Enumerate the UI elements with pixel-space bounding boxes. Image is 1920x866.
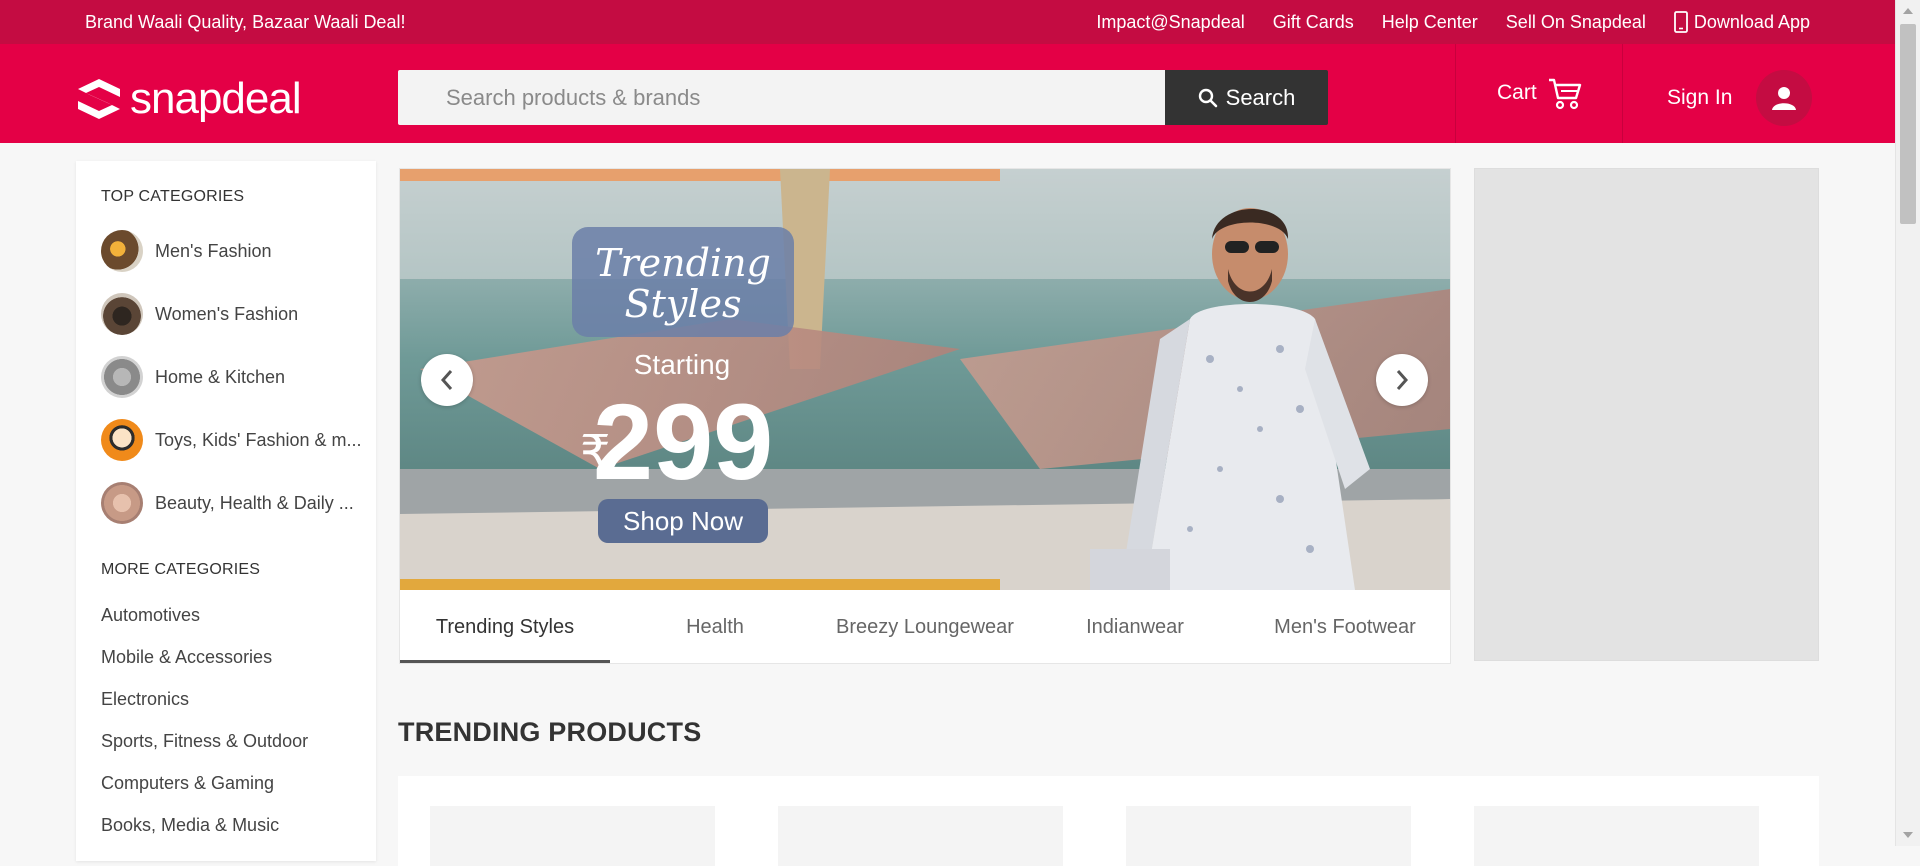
product-card-placeholder[interactable] [430,806,715,866]
category-thumbnail [101,482,143,524]
category-thumbnail [101,230,143,272]
more-category-electronics[interactable]: Electronics [101,689,189,710]
link-help-center[interactable]: Help Center [1382,12,1478,33]
category-label: Home & Kitchen [155,366,286,387]
side-ad-placeholder [1474,168,1819,661]
user-avatar[interactable] [1756,70,1812,126]
category-label: Toys, Kids' Fashion & m... [155,429,362,450]
more-category-books[interactable]: Books, Media & Music [101,815,279,836]
link-sell-on-snapdeal[interactable]: Sell On Snapdeal [1506,12,1646,33]
download-app-label: Download App [1693,11,1810,32]
link-impact[interactable]: Impact@Snapdeal [1096,12,1244,33]
category-item-womens-fashion[interactable]: Women's Fashion [101,292,366,336]
header-divider [1622,44,1623,143]
product-card-placeholder[interactable] [1126,806,1411,866]
more-category-automotives[interactable]: Automotives [101,605,200,626]
banner-headline-line2: Styles [625,282,742,326]
page-scrollbar[interactable] [1895,0,1920,846]
top-links: Impact@Snapdeal Gift Cards Help Center S… [1096,0,1810,44]
more-category-computers[interactable]: Computers & Gaming [101,773,274,794]
category-label: Men's Fashion [155,240,272,261]
category-item-home-kitchen[interactable]: Home & Kitchen [101,355,366,399]
top-categories-heading: TOP CATEGORIES [101,188,245,205]
tab-indianwear[interactable]: Indianwear [1030,590,1240,663]
chevron-left-icon [440,370,453,390]
scrollbar-thumb[interactable] [1900,24,1916,224]
snapdeal-logo[interactable]: snapdeal [76,74,302,124]
cart-button[interactable]: Cart [1497,76,1583,110]
category-sidebar: TOP CATEGORIES Men's Fashion Women's Fas… [76,161,376,861]
search-input[interactable] [398,70,1165,125]
user-icon [1772,87,1796,110]
link-gift-cards[interactable]: Gift Cards [1273,12,1354,33]
tagline: Brand Waali Quality, Bazaar Waali Deal! [85,12,406,32]
header-divider [1455,44,1456,143]
category-thumbnail [101,419,143,461]
carousel-next-button[interactable] [1376,354,1428,406]
search-icon [1198,88,1217,107]
product-card-placeholder[interactable] [1474,806,1759,866]
product-card-placeholder[interactable] [778,806,1063,866]
search-button-label: Search [1225,84,1296,110]
logo-wordmark: snapdeal [130,74,302,123]
banner-tabs: Trending Styles Health Breezy Loungewear… [400,590,1450,663]
scroll-down-arrow[interactable] [1903,832,1913,838]
signin-link[interactable]: Sign In [1667,86,1732,110]
category-item-mens-fashion[interactable]: Men's Fashion [101,229,366,273]
banner-price: 299 [593,381,773,502]
snapdeal-logo-icon [78,79,120,119]
carousel-prev-button[interactable] [421,354,473,406]
banner-slide[interactable]: Trending Styles Starting ₹ 299 Shop Now [400,169,1450,590]
banner-shop-now: Shop Now [623,506,743,536]
category-thumbnail [101,356,143,398]
header: snapdeal Search Cart Sign In [0,44,1920,143]
category-item-toys-kids[interactable]: Toys, Kids' Fashion & m... [101,418,366,462]
more-category-sports[interactable]: Sports, Fitness & Outdoor [101,731,308,752]
tab-health[interactable]: Health [610,590,820,663]
tab-breezy-loungewear[interactable]: Breezy Loungewear [820,590,1030,663]
download-app-link[interactable]: Download App [1674,11,1810,33]
top-strip: Brand Waali Quality, Bazaar Waali Deal! … [0,0,1920,44]
mobile-phone-icon [1674,11,1688,33]
more-category-mobile[interactable]: Mobile & Accessories [101,647,272,668]
chevron-right-icon [1396,370,1409,390]
cart-label: Cart [1497,81,1537,104]
banner-headline-line1: Trending [595,241,771,285]
search-button[interactable]: Search [1165,70,1328,125]
category-label: Women's Fashion [155,303,299,324]
cart-icon [1548,78,1581,110]
category-thumbnail [101,293,143,335]
trending-products-heading: TRENDING PRODUCTS [398,717,702,747]
banner-image: Trending Styles Starting ₹ 299 Shop Now [400,169,1450,590]
tab-mens-footwear[interactable]: Men's Footwear [1240,590,1450,663]
category-label: Beauty, Health & Daily ... [155,492,354,513]
more-categories-heading: MORE CATEGORIES [101,561,261,578]
trending-products-list [398,776,1819,866]
category-item-beauty-health[interactable]: Beauty, Health & Daily ... [101,481,366,525]
scroll-up-arrow[interactable] [1903,8,1913,14]
banner-starting-text: Starting [634,349,731,380]
tab-trending-styles[interactable]: Trending Styles [400,590,610,663]
banner-carousel: Trending Styles Starting ₹ 299 Shop Now [399,168,1451,664]
